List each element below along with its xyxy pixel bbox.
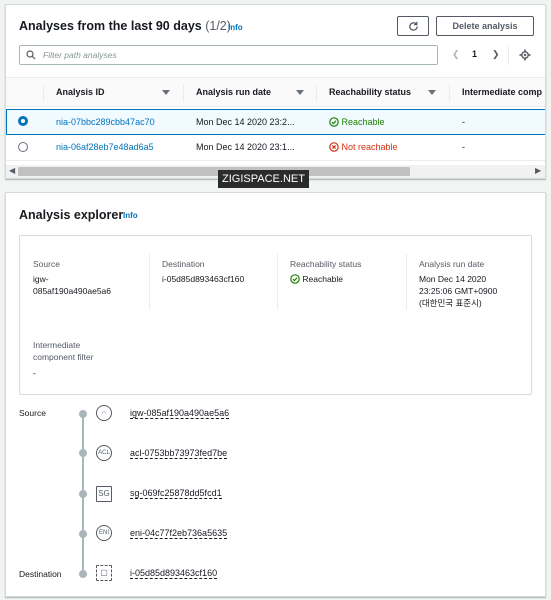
eni-icon: ENI [96, 525, 112, 541]
destination-value: i-05d85d893463cf160 [162, 274, 245, 284]
column-header-intermediate[interactable]: Intermediate comp [462, 87, 542, 97]
intermediate-filter-value: - [33, 368, 36, 378]
column-divider [183, 84, 184, 102]
column-header-analysis-id[interactable]: Analysis ID [56, 87, 105, 97]
delete-analysis-button[interactable]: Delete analysis [436, 16, 534, 36]
pager-divider [508, 45, 509, 65]
analyses-title: Analyses from the last 90 days (1/2) [19, 19, 231, 33]
intermediate-value: - [462, 142, 465, 152]
settings-gear-icon[interactable] [519, 49, 531, 61]
table-row[interactable]: nia-07bbc289cbb47ac70 Mon Dec 14 2020 23… [6, 109, 545, 135]
path-source-label: Source [19, 408, 46, 418]
filter-label-line: component filter [33, 352, 94, 362]
column-divider [316, 84, 317, 102]
sort-icon[interactable] [162, 90, 170, 95]
reachability-status-value: Reachable [290, 273, 343, 285]
run-date-line: 23:25:06 GMT+0900 [419, 286, 498, 296]
analysis-run-date: Mon Dec 14 2020 23:1... [196, 142, 295, 152]
reachability-status: Not reachable [329, 142, 398, 152]
reachability-status-label: Reachability status [290, 259, 362, 269]
watermark: ZIGISPACE.NET [218, 170, 309, 188]
source-value: igw- 085af190a490ae5a6 [33, 273, 111, 297]
analysis-summary: Source igw- 085af190a490ae5a6 Destinatio… [19, 235, 532, 395]
path-node-link[interactable]: i-05d85d893463cf160 [130, 568, 218, 579]
path-node-dot [79, 410, 87, 418]
security-group-icon: SG [96, 486, 112, 502]
analyses-panel: Analyses from the last 90 days (1/2) Inf… [5, 4, 546, 179]
run-date-label: Analysis run date [419, 259, 485, 269]
next-page-icon[interactable]: ❯ [492, 49, 500, 60]
search-placeholder: Filter path analyses [43, 50, 117, 60]
table-row[interactable]: nia-06af28eb7e48ad6a5 Mon Dec 14 2020 23… [6, 135, 545, 161]
prev-page-icon[interactable]: ❮ [452, 49, 460, 60]
filter-label-line: Intermediate [33, 340, 81, 350]
column-header-reachability[interactable]: Reachability status [329, 87, 411, 97]
sort-icon[interactable] [428, 90, 436, 95]
status-text: Not reachable [341, 142, 398, 152]
page-number[interactable]: 1 [472, 49, 477, 59]
source-label: Source [33, 259, 60, 269]
status-text: Reachable [302, 274, 344, 284]
analysis-id-link[interactable]: nia-06af28eb7e48ad6a5 [56, 142, 154, 152]
status-text: Reachable [341, 117, 385, 127]
table-header: Analysis ID Analysis run date Reachabili… [6, 77, 545, 107]
explorer-title: Analysis explorer [19, 208, 124, 222]
run-date-line: (대한민국 표준시) [419, 298, 482, 308]
analyses-info-link[interactable]: Info [228, 23, 243, 32]
check-circle-icon [290, 274, 300, 284]
acl-icon: ACL [96, 445, 112, 461]
run-date-line: Mon Dec 14 2020 [419, 274, 487, 284]
source-value-line: igw- [33, 274, 49, 284]
column-divider [43, 84, 44, 102]
analysis-run-date: Mon Dec 14 2020 23:2... [196, 117, 295, 127]
destination-label: Destination [162, 259, 205, 269]
column-header-run-date[interactable]: Analysis run date [196, 87, 271, 97]
scrollbar-thumb[interactable] [18, 167, 410, 176]
run-date-value: Mon Dec 14 2020 23:25:06 GMT+0900 (대한민국 … [419, 273, 497, 309]
refresh-icon [408, 21, 418, 31]
path-node-dot [79, 570, 87, 578]
source-value-line: 085af190a490ae5a6 [33, 286, 111, 296]
intermediate-value: - [462, 117, 465, 127]
instance-icon: ▢ [96, 565, 112, 581]
path-node-link[interactable]: sg-069fc25878dd5fcd1 [130, 488, 222, 499]
sort-icon[interactable] [296, 90, 304, 95]
path-node-link[interactable]: eni-04c77f2eb736a5635 [130, 528, 228, 539]
path-node-dot [79, 490, 87, 498]
row-radio-selected[interactable] [18, 116, 28, 126]
explorer-info-link[interactable]: Info [123, 211, 138, 220]
igw-icon: ∩ [96, 405, 112, 421]
x-circle-icon [329, 142, 339, 152]
summary-divider [406, 254, 407, 310]
path-node-dot [79, 530, 87, 538]
refresh-button[interactable] [397, 16, 429, 36]
analyses-title-text: Analyses from the last 90 days [19, 19, 202, 33]
reachability-status: Reachable [329, 117, 385, 127]
path-node-link[interactable]: igw-085af190a490ae5a6 [130, 408, 230, 419]
scroll-left-icon[interactable]: ◀ [9, 166, 15, 175]
analysis-id-link[interactable]: nia-07bbc289cbb47ac70 [56, 117, 155, 127]
path-node-link[interactable]: acl-0753bb73973fed7be [130, 448, 228, 459]
summary-divider [277, 254, 278, 310]
check-circle-icon [329, 117, 339, 127]
scroll-right-icon[interactable]: ▶ [535, 166, 541, 175]
path-destination-label: Destination [19, 569, 62, 579]
intermediate-filter-label: Intermediate component filter [33, 339, 93, 363]
filter-search-input[interactable]: Filter path analyses [19, 45, 438, 65]
search-icon [26, 50, 36, 60]
path-node-dot [79, 449, 87, 457]
summary-divider [149, 254, 150, 310]
column-divider [449, 84, 450, 102]
row-radio[interactable] [18, 142, 28, 152]
